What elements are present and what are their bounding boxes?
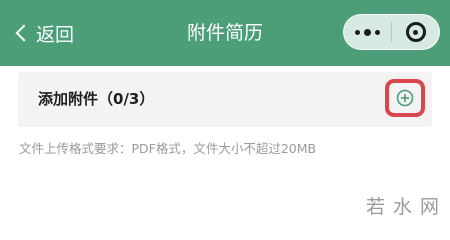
more-dots-icon [364,28,371,36]
plus-circle-icon [396,89,414,107]
add-attachment-button[interactable] [385,79,425,117]
target-close-icon [405,22,426,42]
add-attachment-label: 添加附件（0/3） [38,90,155,108]
more-button[interactable] [344,15,391,49]
target-close-icon-center [413,29,418,35]
more-dots-icon [355,29,360,35]
add-attachment-row[interactable]: 添加附件（0/3） [18,72,432,127]
more-dots-icon [375,29,380,35]
upload-requirements-hint: 文件上传格式要求：PDF格式，文件大小不超过20MB [19,141,317,156]
mini-program-capsule [343,14,440,50]
close-mini-program-button[interactable] [392,15,439,49]
navigation-bar: 返回 附件简历 [0,0,450,66]
page: 返回 附件简历 添加附件（0/3） 文件上传格式要求：PDF格式，文件大小不超过… [0,0,450,221]
watermark-text: 若水网 [366,196,448,218]
